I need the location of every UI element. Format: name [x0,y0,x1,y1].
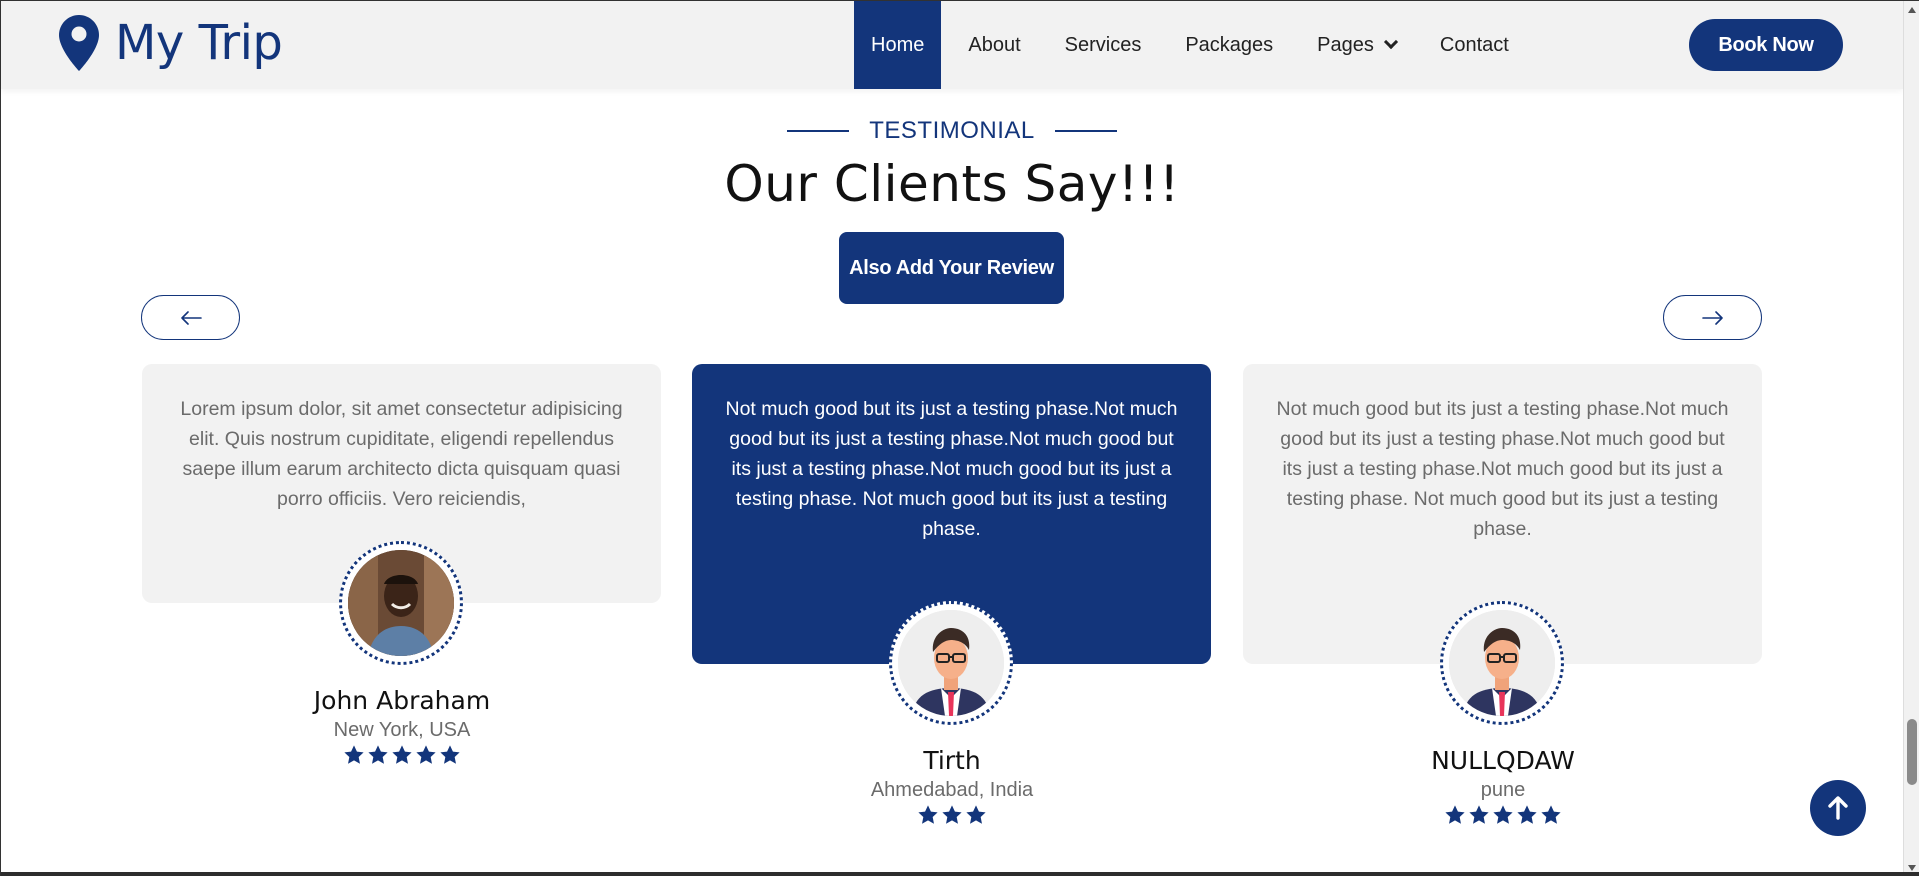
star-icon [1493,805,1513,824]
star-icon [966,805,986,824]
scrollbar-thumb[interactable] [1907,719,1917,785]
section-eyebrow: TESTIMONIAL [1,117,1903,145]
arrow-up-icon [1828,796,1848,820]
star-icon [1517,805,1537,824]
avatar-photo [898,610,1004,716]
rating-stars [252,744,552,766]
businessman-avatar-icon [1449,610,1555,716]
nav-pages-label: Pages [1317,33,1374,56]
avatar-photo [348,550,454,656]
brand-logo[interactable]: My Trip [59,15,283,71]
carousel-next-button[interactable] [1663,295,1762,340]
star-icon [1469,805,1489,824]
client-name: NULLQDAW [1431,746,1575,775]
star-icon [1541,805,1561,824]
page-scrollbar[interactable] [1903,1,1919,876]
navbar: My Trip Home About Services Packages Pag… [1,1,1903,89]
add-review-button[interactable]: Also Add Your Review [839,232,1064,304]
book-now-button[interactable]: Book Now [1689,19,1843,71]
nav-pages-dropdown[interactable]: Pages [1300,1,1413,89]
client-location: New York, USA [333,719,471,741]
businessman-avatar-icon [898,610,1004,716]
nav-packages[interactable]: Packages [1168,1,1290,89]
nav-contact[interactable]: Contact [1423,1,1526,89]
rating-stars [1353,804,1653,826]
window-bottom-edge [1,872,1919,876]
testimonial-text: Not much good but its just a testing pha… [725,398,1178,540]
star-icon [392,745,412,764]
nav-menu: Home About Services Packages Pages Conta… [854,1,1536,89]
avatar [889,601,1013,725]
star-icon [918,805,938,824]
testimonial-text: Lorem ipsum dolor, sit amet consectetur … [180,398,623,510]
eyebrow-text: TESTIMONIAL [869,117,1035,144]
carousel-prev-button[interactable] [141,295,240,340]
back-to-top-button[interactable] [1810,780,1866,836]
map-pin-icon [59,15,99,71]
avatar [1440,601,1564,725]
star-icon [344,745,364,764]
client-name: John Abraham [313,686,491,715]
star-icon [942,805,962,824]
eyebrow-line-right [1054,130,1117,132]
eyebrow-line-left [787,130,850,132]
avatar-photo [1449,610,1555,716]
nav-home[interactable]: Home [854,1,942,89]
person-photo-icon [348,550,454,656]
nav-services[interactable]: Services [1048,1,1159,89]
arrow-left-icon [180,310,202,325]
scroll-down-arrow-icon[interactable] [1908,865,1916,871]
star-icon [416,745,436,764]
scroll-up-arrow-icon[interactable] [1908,7,1916,13]
nav-about[interactable]: About [951,1,1037,89]
brand-name: My Trip [115,15,283,71]
star-icon [440,745,460,764]
client-location: pune [1480,779,1526,801]
rating-stars [802,804,1102,826]
testimonial-text: Not much good but its just a testing pha… [1276,398,1729,540]
client-name: Tirth [923,746,981,775]
section-title: Our Clients Say!!! [724,155,1180,213]
arrow-right-icon [1701,310,1723,325]
avatar [339,541,463,665]
client-location: Ahmedabad, India [870,779,1034,801]
chevron-down-icon [1383,34,1398,50]
star-icon [368,745,388,764]
star-icon [1445,805,1465,824]
